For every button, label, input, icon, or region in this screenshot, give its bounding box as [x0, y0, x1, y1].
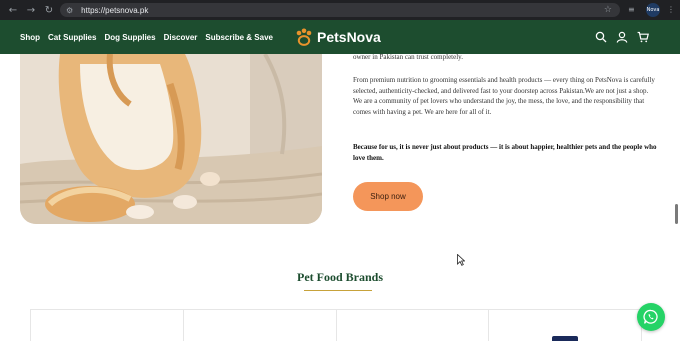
url-text: https://petsnova.pk	[81, 5, 149, 15]
scrollbar[interactable]	[675, 204, 678, 224]
site-logo[interactable]: PetsNova	[294, 27, 381, 47]
browser-menu-icon[interactable]: ⋮	[667, 5, 675, 14]
main-menu: Shop Cat Supplies Dog Supplies Discover …	[20, 33, 281, 42]
cart-icon[interactable]	[637, 31, 649, 43]
site-header: Shop Cat Supplies Dog Supplies Discover …	[0, 20, 680, 54]
mouse-cursor-icon	[457, 254, 465, 266]
menu-item-dog-supplies[interactable]: Dog Supplies	[104, 33, 155, 42]
account-icon[interactable]	[616, 31, 628, 43]
site-info-icon[interactable]: ⚙	[66, 6, 73, 15]
avatar[interactable]: Nova	[646, 3, 660, 17]
profile-label: Nova	[646, 7, 660, 13]
brand-card[interactable]	[335, 310, 489, 341]
about-intro-tail: owner in Pakistan can trust completely.	[353, 53, 463, 61]
whatsapp-button[interactable]	[637, 303, 665, 331]
logo-text: PetsNova	[317, 29, 381, 45]
menu-item-cat-supplies[interactable]: Cat Supplies	[48, 33, 96, 42]
paw-icon	[296, 28, 312, 46]
brand-logo	[552, 336, 579, 341]
reload-icon[interactable]: ↻	[40, 5, 58, 16]
cat-illustration	[20, 54, 322, 224]
address-bar[interactable]: ⚙ https://petsnova.pk ☆	[60, 3, 620, 17]
shop-now-button[interactable]: Shop now	[353, 182, 423, 211]
bookmark-star-icon[interactable]: ☆	[604, 5, 612, 15]
tab-search-icon[interactable]: ≡	[628, 5, 635, 14]
about-body: From premium nutrition to grooming essen…	[353, 76, 655, 116]
brand-card[interactable]	[182, 310, 336, 341]
menu-item-subscribe-save[interactable]: Subscribe & Save	[205, 33, 273, 42]
brand-card[interactable]	[488, 310, 642, 341]
menu-item-shop[interactable]: Shop	[20, 33, 40, 42]
title-underline	[304, 290, 372, 291]
about-emphasis: Because for us, it is never just about p…	[353, 143, 657, 162]
brand-card[interactable]	[30, 310, 183, 341]
cat-photo	[20, 54, 322, 224]
forward-icon[interactable]: →	[22, 5, 40, 16]
brand-grid	[30, 309, 642, 341]
browser-toolbar: ← → ↻ ⚙ https://petsnova.pk ☆ ≡ Nova ⋮	[0, 0, 680, 20]
whatsapp-icon	[643, 309, 658, 324]
back-icon[interactable]: ←	[4, 5, 22, 16]
section-title: Pet Food Brands	[296, 270, 383, 284]
menu-item-discover[interactable]: Discover	[164, 33, 198, 42]
search-icon[interactable]	[595, 31, 607, 43]
